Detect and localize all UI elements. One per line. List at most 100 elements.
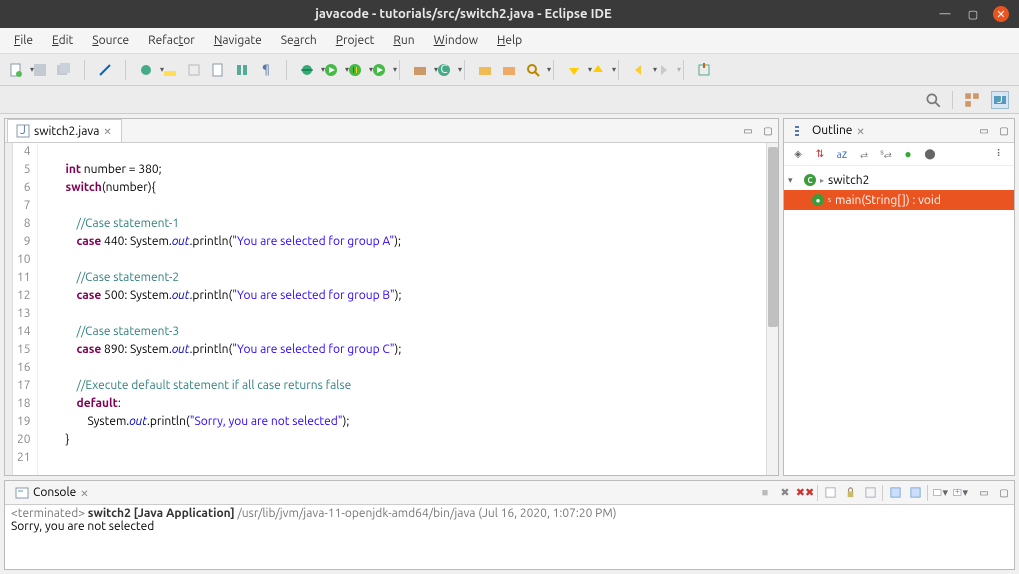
- new-button[interactable]: [6, 60, 26, 80]
- forward-button[interactable]: [653, 60, 673, 80]
- close-button[interactable]: ✕: [993, 6, 1009, 22]
- close-outline-icon[interactable]: ✕: [856, 126, 866, 136]
- hide-fields-icon[interactable]: ⥄: [856, 146, 872, 162]
- scrollbar-thumb[interactable]: [768, 147, 778, 327]
- tab-console[interactable]: Console ✕: [7, 481, 98, 504]
- code-area[interactable]: int number = 380; switch(number){ //Case…: [38, 143, 766, 475]
- outline-tree[interactable]: ▾ C▸ switch2 ●s main(String[]) : void: [784, 166, 1014, 475]
- menu-navigate[interactable]: Navigate: [206, 31, 270, 50]
- next-annotation-button[interactable]: [564, 60, 584, 80]
- menu-run[interactable]: Run: [385, 31, 422, 50]
- code-editor[interactable]: 456789101112131415161718192021 int numbe…: [5, 143, 778, 475]
- run-button[interactable]: [321, 60, 341, 80]
- menu-window[interactable]: Window: [426, 31, 486, 50]
- vertical-scrollbar[interactable]: [766, 143, 778, 475]
- open-type-button[interactable]: [475, 60, 495, 80]
- class-icon: C: [804, 174, 816, 186]
- toolbar-separator: [683, 60, 684, 80]
- menu-refactor[interactable]: Refactor: [140, 31, 203, 50]
- java-file-icon: J: [16, 124, 30, 138]
- clear-console-icon[interactable]: [822, 485, 838, 501]
- menu-search[interactable]: Search: [273, 31, 325, 50]
- minimize-view-icon[interactable]: ▭: [976, 485, 992, 501]
- outline-node-class[interactable]: ▾ C▸ switch2: [784, 170, 1014, 190]
- window-titlebar: javacode - tutorials/src/switch2.java - …: [0, 0, 1019, 28]
- method-icon: ●: [812, 194, 824, 206]
- focus-icon[interactable]: ◈: [790, 146, 806, 162]
- toggle-breakpoint-button[interactable]: [136, 60, 156, 80]
- prev-annotation-button[interactable]: [588, 60, 608, 80]
- pin-editor-button[interactable]: [694, 60, 714, 80]
- debug-button[interactable]: [297, 60, 317, 80]
- maximize-view-icon[interactable]: ▢: [996, 485, 1012, 501]
- console-text: Sorry, you are not selected: [11, 520, 1008, 533]
- editor-tabbar: J switch2.java ✕ ▭ ▢: [5, 119, 778, 143]
- hide-static-icon[interactable]: ˢ⥄: [878, 146, 894, 162]
- run-last-button[interactable]: [369, 60, 389, 80]
- pilcrow-icon[interactable]: ¶: [256, 60, 276, 80]
- minimize-view-icon[interactable]: ▭: [976, 123, 992, 139]
- separator: [952, 91, 953, 109]
- save-all-button[interactable]: [54, 60, 74, 80]
- coverage-button[interactable]: [345, 60, 365, 80]
- hide-nonpublic-icon[interactable]: ●: [900, 146, 916, 162]
- word-wrap-icon[interactable]: [862, 485, 878, 501]
- outline-title: Outline: [812, 124, 852, 137]
- scroll-lock-icon[interactable]: [842, 485, 858, 501]
- show-whitespace-button[interactable]: [208, 60, 228, 80]
- view-menu-icon[interactable]: ⠇: [992, 146, 1008, 162]
- show-console-on-err-icon[interactable]: [907, 485, 923, 501]
- highlight-button[interactable]: [160, 60, 180, 80]
- main-area: J switch2.java ✕ ▭ ▢ 4567891011121314151…: [0, 114, 1019, 574]
- console-toolbar: ■ ✖ ✖✖ ▾ +▾: [751, 485, 974, 501]
- menu-project[interactable]: Project: [328, 31, 383, 50]
- maximize-button[interactable]: ▢: [965, 6, 981, 22]
- search-button[interactable]: [523, 60, 543, 80]
- hide-local-icon[interactable]: ⬤: [922, 146, 938, 162]
- search-icon[interactable]: [924, 91, 942, 109]
- wand-icon[interactable]: [95, 60, 115, 80]
- new-class-button[interactable]: C: [434, 60, 454, 80]
- new-package-button[interactable]: [410, 60, 430, 80]
- menu-help[interactable]: Help: [489, 31, 530, 50]
- pin-console-icon[interactable]: ▾: [932, 485, 948, 501]
- remove-all-icon[interactable]: ✖✖: [797, 485, 813, 501]
- tab-outline[interactable]: Outline ✕: [786, 119, 874, 142]
- menu-source[interactable]: Source: [84, 31, 137, 50]
- main-toolbar: ¶ C: [0, 54, 1019, 86]
- toolbar-separator: [399, 60, 400, 80]
- save-button[interactable]: [30, 60, 50, 80]
- editor-outline-row: J switch2.java ✕ ▭ ▢ 4567891011121314151…: [4, 118, 1015, 476]
- menu-file[interactable]: File: [6, 31, 41, 50]
- tab-switch2-java[interactable]: J switch2.java ✕: [7, 119, 122, 142]
- back-button[interactable]: [629, 60, 649, 80]
- display-selected-console-icon[interactable]: +▾: [952, 485, 968, 501]
- outline-icon: [794, 124, 808, 138]
- toggle-mark-button[interactable]: [232, 60, 252, 80]
- close-console-icon[interactable]: ✕: [80, 488, 90, 498]
- minimize-button[interactable]: —: [937, 6, 953, 22]
- toolbar-separator: [286, 60, 287, 80]
- menu-edit[interactable]: Edit: [44, 31, 81, 50]
- expand-icon[interactable]: ▾: [788, 175, 800, 186]
- maximize-view-icon[interactable]: ▢: [760, 123, 776, 139]
- block-select-button[interactable]: [184, 60, 204, 80]
- minimize-view-icon[interactable]: ▭: [740, 123, 756, 139]
- open-task-button[interactable]: [499, 60, 519, 80]
- svg-text:J: J: [20, 124, 26, 137]
- menu-bar: FileEditSourceRefactorNavigateSearchProj…: [0, 28, 1019, 54]
- outline-node-main[interactable]: ●s main(String[]) : void: [784, 190, 1014, 210]
- perspective-toolbar: J: [0, 86, 1019, 114]
- close-tab-icon[interactable]: ✕: [103, 126, 113, 136]
- maximize-view-icon[interactable]: ▢: [996, 123, 1012, 139]
- remove-launch-icon[interactable]: ✖: [777, 485, 793, 501]
- console-output[interactable]: <terminated> switch2 [Java Application] …: [5, 505, 1014, 569]
- open-perspective-button[interactable]: [963, 91, 981, 109]
- sort-icon[interactable]: ⇅: [812, 146, 828, 162]
- show-console-on-out-icon[interactable]: [887, 485, 903, 501]
- toolbar-separator: [464, 60, 465, 80]
- az-sort-icon[interactable]: az: [834, 146, 850, 162]
- java-perspective-button[interactable]: J: [991, 91, 1009, 109]
- outline-pane: Outline ✕ ▭ ▢ ◈ ⇅ az ⥄ ˢ⥄ ● ⬤ ⠇ ▾: [783, 118, 1015, 476]
- terminate-relaunch-icon[interactable]: ■: [757, 485, 773, 501]
